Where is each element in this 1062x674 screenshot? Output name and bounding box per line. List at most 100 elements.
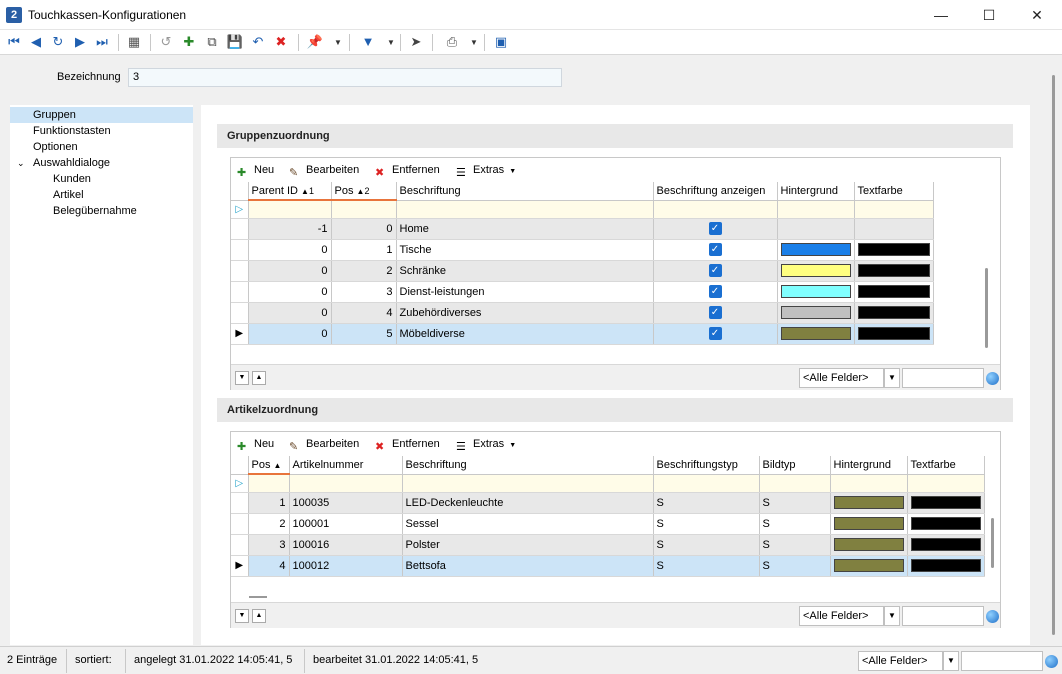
- cell-textfarbe[interactable]: [854, 260, 934, 282]
- column-hintergrund[interactable]: Hintergrund: [830, 456, 908, 475]
- cell-hintergrund[interactable]: [777, 302, 855, 324]
- scroll-down-button[interactable]: ▼: [235, 609, 249, 623]
- minimize-button[interactable]: —: [918, 0, 964, 30]
- scroll-up-button[interactable]: ▲: [252, 609, 266, 623]
- cell-textfarbe[interactable]: [854, 323, 934, 345]
- chevron-down-icon[interactable]: ▼: [884, 606, 900, 626]
- tree-item-auswahldialoge[interactable]: ⌄ Auswahldialoge: [10, 155, 110, 171]
- delete-record-icon[interactable]: ✖: [272, 33, 290, 51]
- artikel-search-input[interactable]: [902, 606, 984, 626]
- cell[interactable]: [759, 474, 831, 493]
- cell[interactable]: [396, 200, 654, 219]
- column-pos[interactable]: Pos ▲: [248, 456, 290, 475]
- filter-icon[interactable]: ▼: [359, 33, 377, 51]
- cell-pos[interactable]: 4: [331, 302, 397, 324]
- new-row[interactable]: ▷: [231, 200, 934, 219]
- print-icon[interactable]: ⎙: [443, 33, 461, 51]
- cell-beschriftung[interactable]: Möbeldiverse: [396, 323, 654, 345]
- chevron-down-icon[interactable]: ▼: [943, 651, 959, 671]
- artikel-remove-button[interactable]: ✖ Entfernen: [375, 432, 440, 456]
- table-row[interactable]: 0 4 Zubehördiverses ✓: [231, 302, 934, 324]
- cell[interactable]: [907, 474, 985, 493]
- gruppen-extras-button[interactable]: ☰ Extras ▼: [456, 158, 516, 182]
- cell-bildtyp[interactable]: S: [759, 555, 831, 577]
- undo-icon[interactable]: ↶: [249, 33, 267, 51]
- cell-beschriftung[interactable]: Polster: [402, 534, 654, 556]
- new-row[interactable]: ▷: [231, 474, 985, 493]
- cell-bildtyp[interactable]: S: [759, 492, 831, 514]
- status-filter-select[interactable]: <Alle Felder>: [858, 651, 943, 671]
- gruppen-filter-select[interactable]: <Alle Felder>: [799, 368, 884, 388]
- globe-icon[interactable]: [986, 372, 999, 385]
- status-search-input[interactable]: [961, 651, 1043, 671]
- checkbox-checked-icon[interactable]: ✓: [708, 285, 722, 298]
- table-row[interactable]: 0 2 Schränke ✓: [231, 260, 934, 282]
- cell-textfarbe[interactable]: [854, 281, 934, 303]
- column-beschriftung[interactable]: Beschriftung: [396, 182, 654, 201]
- checkbox-checked-icon[interactable]: ✓: [708, 243, 722, 256]
- cell-artikelnummer[interactable]: 100035: [289, 492, 403, 514]
- table-row[interactable]: ▶ 0 5 Möbeldiverse ✓: [231, 323, 934, 345]
- next-record-icon[interactable]: ▶: [71, 33, 89, 51]
- horizontal-scrollbar-thumb[interactable]: [249, 596, 267, 598]
- cell-hintergrund[interactable]: [777, 260, 855, 282]
- column-bildtyp[interactable]: Bildtyp: [759, 456, 831, 475]
- artikel-filter-select[interactable]: <Alle Felder>: [799, 606, 884, 626]
- gruppen-edit-button[interactable]: ✎ Bearbeiten: [289, 158, 359, 182]
- cell-textfarbe[interactable]: [907, 492, 985, 514]
- cell-anzeigen[interactable]: ✓: [653, 260, 778, 282]
- column-beschriftung-anzeigen[interactable]: Beschriftung anzeigen: [653, 182, 778, 201]
- checkbox-checked-icon[interactable]: ✓: [708, 264, 722, 277]
- table-row[interactable]: 3 100016 Polster S S: [231, 534, 985, 556]
- cell-parent-id[interactable]: 0: [248, 239, 332, 261]
- cell[interactable]: [653, 474, 760, 493]
- column-pos[interactable]: Pos ▲2: [331, 182, 397, 201]
- artikel-new-button[interactable]: ✚ Neu: [237, 432, 274, 456]
- cell-beschriftung[interactable]: LED-Deckenleuchte: [402, 492, 654, 514]
- cell[interactable]: [653, 200, 778, 219]
- info-icon[interactable]: ▣: [492, 33, 510, 51]
- table-row[interactable]: 2 100001 Sessel S S: [231, 513, 985, 535]
- cell-beschriftung[interactable]: Bettsofa: [402, 555, 654, 577]
- artikel-extras-button[interactable]: ☰ Extras ▼: [456, 432, 516, 456]
- cell-anzeigen[interactable]: ✓: [653, 302, 778, 324]
- artikel-scrollbar-thumb[interactable]: [991, 518, 994, 568]
- column-artikelnummer[interactable]: Artikelnummer: [289, 456, 403, 475]
- cell-hintergrund[interactable]: [830, 513, 908, 535]
- cell[interactable]: [830, 474, 908, 493]
- cell-anzeigen[interactable]: ✓: [653, 239, 778, 261]
- cell-pos[interactable]: 5: [331, 323, 397, 345]
- gruppen-scrollbar-thumb[interactable]: [985, 268, 988, 348]
- cell-pos[interactable]: 1: [331, 239, 397, 261]
- cell[interactable]: [248, 200, 332, 219]
- save-icon[interactable]: 💾: [226, 33, 244, 51]
- column-beschriftung[interactable]: Beschriftung: [402, 456, 654, 475]
- gruppen-new-button[interactable]: ✚ Neu: [237, 158, 274, 182]
- cell-hintergrund[interactable]: [830, 534, 908, 556]
- cell[interactable]: [248, 474, 290, 493]
- cell-beschriftung[interactable]: Schränke: [396, 260, 654, 282]
- reload-icon[interactable]: ↺: [157, 33, 175, 51]
- gruppen-remove-button[interactable]: ✖ Entfernen: [375, 158, 440, 182]
- scroll-down-button[interactable]: ▼: [235, 371, 249, 385]
- cell-artikelnummer[interactable]: 100012: [289, 555, 403, 577]
- cell[interactable]: [402, 474, 654, 493]
- cell[interactable]: [331, 200, 397, 219]
- table-row[interactable]: ▶ 4 100012 Bettsofa S S: [231, 555, 985, 577]
- cell-beschriftung[interactable]: Sessel: [402, 513, 654, 535]
- copy-record-icon[interactable]: ⧉: [203, 33, 221, 51]
- chevron-down-icon[interactable]: ▼: [884, 368, 900, 388]
- cell-parent-id[interactable]: -1: [248, 218, 332, 240]
- cell-hintergrund[interactable]: [777, 281, 855, 303]
- column-parent-id[interactable]: Parent ID ▲1: [248, 182, 332, 201]
- tree-item-funktionstasten[interactable]: Funktionstasten: [10, 123, 111, 139]
- bezeichnung-input[interactable]: 3: [128, 68, 562, 87]
- first-record-icon[interactable]: ⏮: [5, 33, 23, 51]
- tree-item-beleguebernahme[interactable]: Belegübernahme: [10, 203, 137, 219]
- cell-parent-id[interactable]: 0: [248, 323, 332, 345]
- pin-icon[interactable]: 📌: [306, 33, 324, 51]
- scrollbar-thumb[interactable]: [1052, 75, 1055, 635]
- print-dropdown-icon[interactable]: ▼: [470, 34, 478, 51]
- cell-pos[interactable]: 3: [331, 281, 397, 303]
- tree-item-kunden[interactable]: Kunden: [10, 171, 91, 187]
